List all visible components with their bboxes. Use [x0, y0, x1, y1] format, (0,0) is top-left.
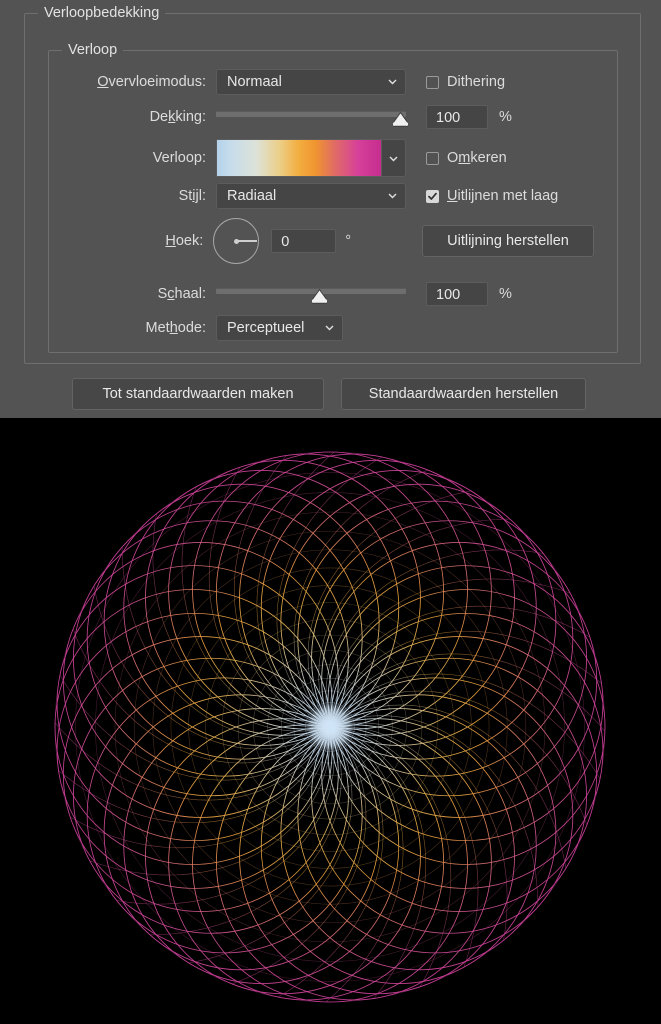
- opacity-slider[interactable]: [216, 106, 408, 128]
- chevron-down-icon: [388, 77, 397, 86]
- restore-default-button[interactable]: Standaardwaarden herstellen: [341, 378, 586, 410]
- align-with-layer-checkbox-box[interactable]: [426, 189, 439, 203]
- angle-unit: °: [345, 233, 352, 249]
- gradient-group: Verloop Overvloeimodus: Normaal Ditherin…: [48, 42, 618, 353]
- scale-label: Schaal:: [157, 286, 206, 302]
- blend-mode-label: Overvloeimodus:: [97, 74, 206, 90]
- reverse-checkbox-box[interactable]: [426, 151, 439, 165]
- angle-input[interactable]: 0: [271, 229, 337, 253]
- gradient-overlay-panel: Verloopbedekking Verloop Overvloeimodus:…: [0, 0, 661, 418]
- opacity-slider-thumb[interactable]: [393, 112, 408, 127]
- method-value: Perceptueel: [227, 320, 305, 336]
- make-default-button[interactable]: Tot standaardwaarden maken: [72, 378, 324, 410]
- scale-unit: %: [499, 286, 512, 302]
- row-opacity: Dekking: 100 %: [49, 104, 594, 130]
- gradient-overlay-group-title: Verloopbedekking: [38, 5, 166, 22]
- gradient-picker[interactable]: [216, 139, 406, 177]
- opacity-label: Dekking:: [149, 109, 206, 125]
- blend-mode-select[interactable]: Normaal: [216, 69, 406, 95]
- row-blend-mode: Overvloeimodus: Normaal Dithering: [49, 69, 594, 95]
- dithering-checkbox-box[interactable]: [426, 75, 439, 89]
- chevron-down-icon: [325, 323, 334, 332]
- gradient-group-title: Verloop: [62, 42, 124, 59]
- style-value: Radiaal: [227, 188, 277, 204]
- canvas-artwork: [0, 418, 661, 1024]
- dithering-checkbox[interactable]: Dithering: [426, 74, 505, 90]
- row-scale: Schaal: 100 %: [49, 281, 594, 307]
- row-angle: Hoek: 0 ° Uitlijning herstellen: [49, 216, 594, 266]
- align-with-layer-checkbox[interactable]: Uitlijnen met laag: [426, 188, 558, 204]
- method-select[interactable]: Perceptueel: [216, 315, 343, 341]
- angle-dial[interactable]: [213, 218, 260, 264]
- reverse-checkbox[interactable]: Omkeren: [426, 150, 507, 166]
- gradient-preview-swatch[interactable]: [216, 139, 382, 177]
- chevron-down-icon: [389, 154, 398, 163]
- angle-label: Hoek:: [165, 233, 204, 249]
- angle-dial-center-dot: [233, 238, 239, 244]
- dithering-label: Dithering: [447, 74, 506, 90]
- row-style: Stijl: Radiaal Uitlijnen met laag: [49, 183, 594, 209]
- blend-mode-value: Normaal: [227, 74, 282, 90]
- align-with-layer-label: Uitlijnen met laag: [447, 188, 559, 204]
- gradient-dropdown-button[interactable]: [381, 139, 406, 177]
- spirograph-figure: [54, 451, 606, 1003]
- opacity-input[interactable]: 100: [426, 105, 488, 129]
- scale-slider-track[interactable]: [216, 288, 406, 294]
- gradient-label: Verloop:: [152, 150, 206, 166]
- style-select[interactable]: Radiaal: [216, 183, 406, 209]
- scale-slider-thumb[interactable]: [312, 289, 328, 304]
- opacity-slider-track[interactable]: [216, 111, 406, 117]
- reset-alignment-button[interactable]: Uitlijning herstellen: [422, 225, 594, 257]
- style-label: Stijl:: [178, 188, 206, 204]
- angle-dial-needle: [236, 240, 258, 242]
- check-icon: [428, 192, 437, 200]
- scale-slider[interactable]: [216, 283, 406, 305]
- scale-input[interactable]: 100: [426, 282, 488, 306]
- opacity-unit: %: [499, 109, 512, 125]
- reverse-label: Omkeren: [447, 150, 507, 166]
- gradient-overlay-group: Verloopbedekking Verloop Overvloeimodus:…: [24, 5, 641, 364]
- method-label: Methode:: [145, 320, 206, 336]
- chevron-down-icon: [388, 191, 397, 200]
- row-method: Methode: Perceptueel: [49, 315, 594, 341]
- row-gradient: Verloop: Omkeren: [49, 139, 594, 177]
